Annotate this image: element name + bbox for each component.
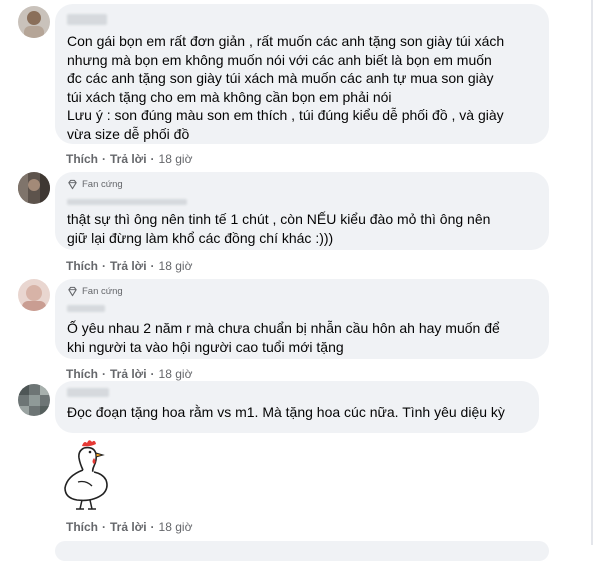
comment-bubble: Đọc đoạn tặng hoa rằm vs m1. Mà tặng hoa… (55, 381, 539, 433)
comment-bubble: Fan cứng thật sự thì ông nên tinh tế 1 c… (55, 172, 549, 250)
reply-button[interactable]: Trả lời (110, 152, 147, 166)
like-button[interactable]: Thích (66, 152, 98, 166)
like-button[interactable]: Thích (66, 520, 98, 534)
comment-text: Đọc đoạn tặng hoa rằm vs m1. Mà tặng hoa… (67, 404, 505, 420)
diamond-icon (68, 286, 77, 297)
commenter-name[interactable] (67, 388, 109, 397)
comment-bubble: Fan cứng Ố yêu nhau 2 năm r mà chưa chuẩ… (55, 279, 549, 359)
diamond-icon (68, 179, 77, 190)
comment-time[interactable]: 18 giờ (159, 152, 193, 166)
reply-button[interactable]: Trả lời (110, 367, 147, 381)
reply-button[interactable]: Trả lời (110, 520, 147, 534)
commenter-name[interactable] (67, 305, 105, 312)
comment-bubble-partial (55, 541, 549, 561)
comment-actions: Thích · Trả lời · 18 giờ (66, 259, 193, 273)
chicken-sticker[interactable] (60, 436, 120, 512)
fan-badge: Fan cứng (67, 286, 537, 297)
comment-time[interactable]: 18 giờ (159, 367, 193, 381)
comment-actions: Thích · Trả lời · 18 giờ (66, 367, 193, 381)
badge-label: Fan cứng (82, 179, 123, 190)
comment-actions: Thích · Trả lời · 18 giờ (66, 520, 193, 534)
commenter-avatar[interactable] (18, 384, 50, 416)
reply-button[interactable]: Trả lời (110, 259, 147, 273)
comment-time[interactable]: 18 giờ (159, 259, 193, 273)
comment-text: thật sự thì ông nên tinh tế 1 chút , còn… (67, 211, 491, 246)
comment-text: Con gái bọn em rất đơn giản , rất muốn c… (67, 33, 505, 142)
badge-label: Fan cứng (82, 286, 123, 297)
comment-time[interactable]: 18 giờ (159, 520, 193, 534)
commenter-name[interactable] (67, 14, 107, 25)
comment-actions: Thích · Trả lời · 18 giờ (66, 152, 193, 166)
fan-badge: Fan cứng (67, 179, 537, 190)
commenter-name[interactable] (67, 199, 187, 205)
commenter-avatar[interactable] (18, 172, 50, 204)
commenter-avatar[interactable] (18, 6, 50, 38)
like-button[interactable]: Thích (66, 259, 98, 273)
comment-text: Ố yêu nhau 2 năm r mà chưa chuẩn bị nhẫn… (67, 320, 500, 355)
like-button[interactable]: Thích (66, 367, 98, 381)
comment-bubble: Con gái bọn em rất đơn giản , rất muốn c… (55, 4, 549, 144)
commenter-avatar[interactable] (18, 279, 50, 311)
